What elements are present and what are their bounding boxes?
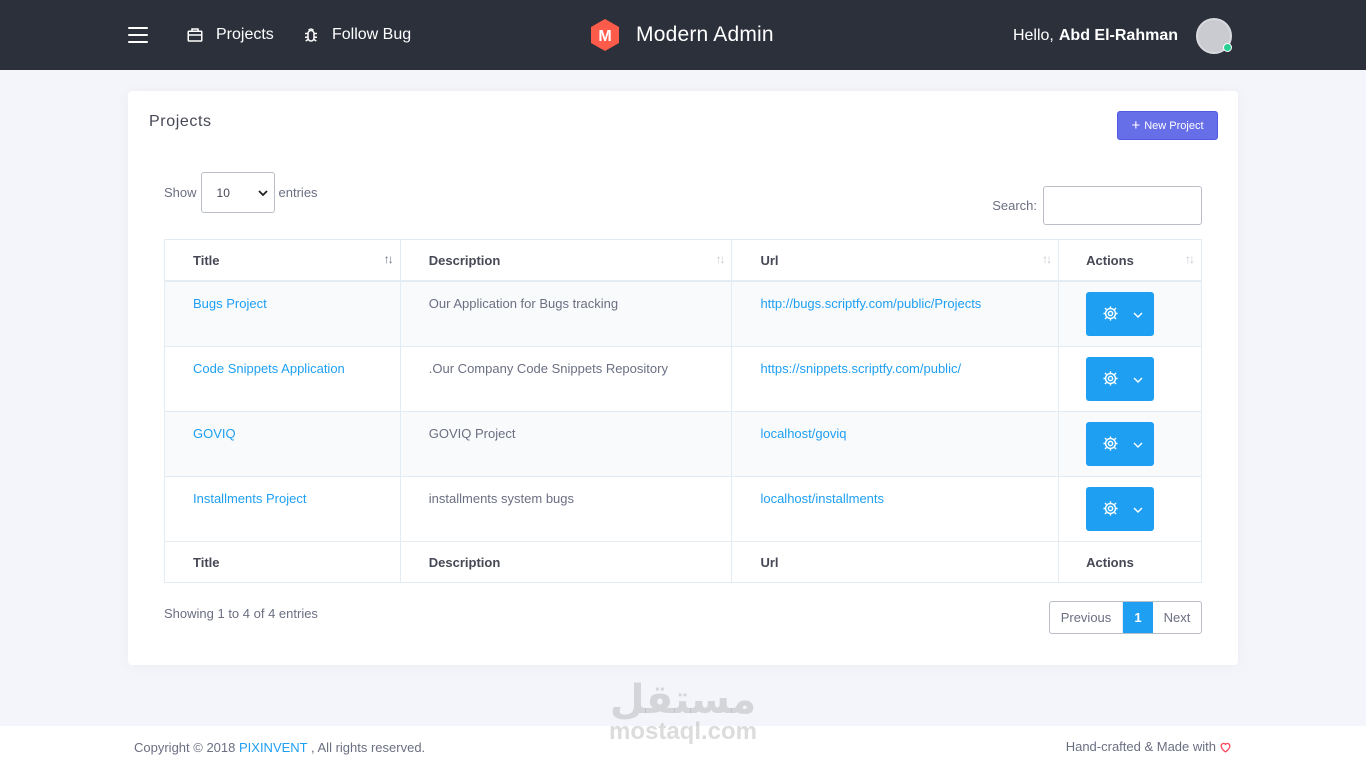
online-status-dot bbox=[1223, 43, 1232, 52]
footer-description: Description bbox=[401, 542, 733, 582]
projects-table: Title ↑↓ Description ↑↓ Url ↑↓ Actions ↑↓ Bu… bbox=[164, 239, 1202, 583]
project-title-link[interactable]: Code Snippets Application bbox=[193, 361, 345, 376]
entries-label: entries bbox=[278, 185, 318, 200]
column-header-description[interactable]: Description ↑↓ bbox=[401, 240, 733, 280]
show-label: Show bbox=[164, 185, 197, 200]
entries-length: Show 10 entries bbox=[164, 172, 318, 213]
sort-icon: ↑↓ bbox=[715, 252, 725, 266]
search-label: Search: bbox=[992, 198, 1037, 213]
user-greeting: Hello, Abd El-Rahman bbox=[1013, 27, 1178, 45]
project-url-link[interactable]: localhost/goviq bbox=[760, 426, 846, 441]
projects-card: Projects + New Project Show 10 entries S… bbox=[128, 91, 1238, 665]
project-title-link[interactable]: Bugs Project bbox=[193, 296, 267, 311]
watermark-arabic: مستقل bbox=[609, 677, 757, 723]
actions-dropdown-button[interactable] bbox=[1086, 487, 1155, 531]
actions-dropdown-button[interactable] bbox=[1086, 292, 1155, 336]
copyright-prefix: Copyright © 2018 bbox=[134, 740, 236, 755]
greeting-text: Hello, bbox=[1012, 27, 1054, 44]
nav-follow-bug-label: Follow Bug bbox=[332, 26, 412, 43]
user-name: Abd El-Rahman bbox=[1058, 27, 1178, 44]
column-description-label: Description bbox=[428, 253, 501, 268]
brand-name: Modern Admin bbox=[636, 23, 774, 46]
gear-icon bbox=[1103, 501, 1118, 516]
hamburger-icon[interactable] bbox=[128, 27, 148, 43]
gear-icon bbox=[1103, 436, 1118, 451]
sort-icon: ↑↓ bbox=[1042, 252, 1052, 266]
footer-actions: Actions bbox=[1086, 555, 1134, 570]
new-project-button[interactable]: + New Project bbox=[1117, 111, 1218, 140]
table-row: Bugs Project Our Application for Bugs tr… bbox=[165, 282, 1201, 347]
bug-icon bbox=[305, 28, 317, 42]
avatar[interactable] bbox=[1196, 18, 1232, 54]
project-description: Our Application for Bugs tracking bbox=[428, 296, 619, 311]
footer-title: Title bbox=[165, 542, 401, 582]
entries-select[interactable]: 10 bbox=[200, 172, 275, 213]
project-url-link[interactable]: http://bugs.scriptfy.com/public/Projects bbox=[760, 296, 981, 311]
chevron-down-icon bbox=[257, 189, 268, 196]
actions-dropdown-button[interactable] bbox=[1086, 357, 1155, 401]
column-actions-label: Actions bbox=[1086, 253, 1134, 268]
project-description: installments system bugs bbox=[428, 491, 575, 506]
column-header-actions[interactable]: Actions ↑↓ bbox=[1059, 240, 1201, 280]
sort-icon: ↑↓ bbox=[1185, 252, 1195, 266]
gear-icon bbox=[1103, 371, 1118, 386]
briefcase-icon bbox=[187, 28, 203, 42]
made-with-text: Hand-crafted & Made with bbox=[1065, 739, 1216, 754]
previous-page-button[interactable]: Previous bbox=[1050, 602, 1123, 633]
sort-icon: ↑↓ bbox=[383, 252, 394, 266]
table-header-row: Title ↑↓ Description ↑↓ Url ↑↓ Actions ↑↓ bbox=[165, 240, 1201, 282]
actions-dropdown-button[interactable] bbox=[1086, 422, 1155, 466]
chevron-down-icon bbox=[1133, 442, 1143, 448]
heart-icon bbox=[1220, 742, 1231, 753]
top-navbar: Projects Follow Bug M Modern Admin Hello… bbox=[0, 0, 1366, 70]
column-header-title[interactable]: Title ↑↓ bbox=[165, 240, 401, 280]
table-info: Showing 1 to 4 of 4 entries bbox=[164, 606, 318, 621]
new-project-label: New Project bbox=[1144, 119, 1204, 132]
nav-follow-bug[interactable]: Follow Bug bbox=[302, 26, 411, 44]
project-url-link[interactable]: localhost/installments bbox=[760, 491, 884, 506]
search-area: Search: bbox=[992, 186, 1202, 225]
plus-icon: + bbox=[1131, 117, 1141, 134]
table-footer-row: Title Description Url Actions bbox=[165, 542, 1201, 582]
user-menu[interactable]: Hello, Abd El-Rahman bbox=[1013, 18, 1232, 54]
page-1-button[interactable]: 1 bbox=[1123, 602, 1153, 633]
chevron-down-icon bbox=[1133, 312, 1143, 318]
entries-select-value: 10 bbox=[216, 185, 230, 200]
project-url-link[interactable]: https://snippets.scriptfy.com/public/ bbox=[760, 361, 961, 376]
project-title-link[interactable]: GOVIQ bbox=[193, 426, 236, 441]
footer-url: Url bbox=[732, 542, 1060, 582]
watermark-latin: mostaql.com bbox=[608, 718, 758, 745]
next-page-button[interactable]: Next bbox=[1153, 602, 1201, 633]
gear-icon bbox=[1103, 306, 1118, 321]
search-input[interactable] bbox=[1043, 186, 1202, 225]
project-description: GOVIQ Project bbox=[428, 426, 516, 441]
table-row: Installments Project installments system… bbox=[165, 477, 1201, 542]
chevron-down-icon bbox=[1133, 507, 1143, 513]
copyright: Copyright © 2018 PIXINVENT , All rights … bbox=[134, 740, 425, 755]
pagination: Previous 1 Next bbox=[1049, 601, 1202, 634]
company-link[interactable]: PIXINVENT bbox=[239, 740, 307, 755]
made-with: Hand-crafted & Made with bbox=[1066, 739, 1232, 754]
brand[interactable]: M Modern Admin bbox=[588, 18, 774, 52]
project-title-link[interactable]: Installments Project bbox=[193, 491, 306, 506]
column-url-label: Url bbox=[760, 253, 779, 268]
card-title: Projects bbox=[149, 113, 212, 130]
nav-projects-label: Projects bbox=[216, 26, 274, 43]
column-title-label: Title bbox=[193, 253, 220, 268]
brand-logo-icon: M bbox=[591, 19, 619, 51]
watermark: مستقل mostaql.com bbox=[600, 676, 766, 744]
chevron-down-icon bbox=[1133, 377, 1143, 383]
table-row: GOVIQ GOVIQ Project localhost/goviq bbox=[165, 412, 1201, 477]
project-description: .Our Company Code Snippets Repository bbox=[428, 361, 668, 376]
nav-projects[interactable]: Projects bbox=[186, 26, 274, 44]
copyright-suffix: , All rights reserved. bbox=[311, 740, 426, 755]
brand-logo-letter: M bbox=[598, 28, 611, 45]
table-row: Code Snippets Application .Our Company C… bbox=[165, 347, 1201, 412]
column-header-url[interactable]: Url ↑↓ bbox=[732, 240, 1060, 280]
